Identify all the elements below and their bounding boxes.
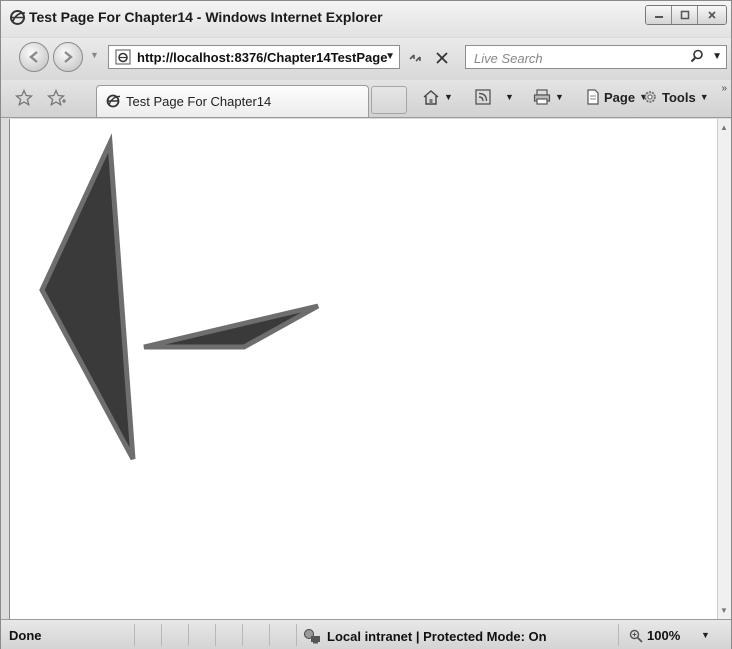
zone-label: Local intranet | Protected Mode: On — [327, 628, 547, 644]
status-divider — [161, 624, 162, 646]
address-bar[interactable]: http://localhost:8376/Chapter14TestPage … — [108, 45, 400, 69]
gear-icon — [644, 91, 656, 103]
feeds-button[interactable]: ▼ — [475, 89, 514, 105]
small-triangle-shape — [143, 303, 320, 350]
zoom-dropdown-icon[interactable]: ▼ — [701, 630, 710, 640]
page-content — [9, 119, 717, 619]
maximize-button[interactable] — [672, 6, 698, 24]
status-text: Done — [9, 628, 42, 643]
forward-button[interactable] — [53, 42, 83, 72]
drawing-canvas — [39, 133, 320, 461]
feeds-dropdown-icon[interactable]: ▼ — [505, 92, 514, 102]
more-commands-icon[interactable]: » — [721, 83, 727, 94]
home-button[interactable]: ▼ — [422, 89, 453, 105]
status-divider — [188, 624, 189, 646]
stop-icon — [436, 52, 448, 64]
browser-window: Test Page For Chapter14 - Windows Intern… — [0, 0, 732, 649]
security-zone[interactable]: Local intranet | Protected Mode: On — [303, 628, 547, 644]
window-title: Test Page For Chapter14 - Windows Intern… — [29, 9, 383, 25]
address-dropdown-icon[interactable]: ▼ — [385, 51, 395, 62]
home-icon — [423, 90, 439, 105]
page-menu-button[interactable]: Page ▼ — [586, 89, 648, 105]
status-divider — [296, 624, 297, 646]
tools-dropdown-icon: ▼ — [699, 92, 709, 102]
vertical-scrollbar[interactable]: ▲ ▼ — [717, 119, 731, 619]
window-controls — [645, 5, 727, 25]
add-favorites-icon[interactable] — [47, 89, 67, 107]
intranet-globe-icon — [304, 629, 320, 644]
scroll-up-arrow-icon[interactable]: ▲ — [720, 123, 728, 132]
status-divider — [215, 624, 216, 646]
status-divider — [269, 624, 270, 646]
minimize-button[interactable] — [646, 6, 672, 24]
tab-label: Test Page For Chapter14 — [126, 94, 272, 109]
tab-active[interactable]: Test Page For Chapter14 — [96, 85, 369, 117]
status-divider — [134, 624, 135, 646]
zoom-label: 100% — [647, 628, 681, 643]
magnifier-icon[interactable] — [690, 49, 704, 63]
search-box[interactable]: Live Search ▼ — [465, 45, 727, 69]
tools-menu-button[interactable]: Tools ▼ — [642, 89, 709, 105]
print-button[interactable]: ▼ — [533, 89, 564, 105]
maximize-icon — [680, 10, 689, 20]
tools-menu-label: Tools — [662, 89, 696, 105]
recent-pages-dropdown[interactable]: ▼ — [90, 50, 99, 60]
back-arrow-icon — [29, 51, 38, 63]
zoom-magnifier-icon — [629, 629, 643, 643]
tab-command-bar: Test Page For Chapter14 ▼ ▼ ▼ Page ▼ Too… — [1, 80, 731, 118]
print-icon — [533, 89, 551, 105]
forward-arrow-icon — [64, 51, 73, 63]
stop-button[interactable] — [431, 47, 453, 69]
zoom-level[interactable]: 100% — [629, 628, 680, 643]
refresh-icon — [409, 54, 421, 62]
status-divider — [242, 624, 243, 646]
large-triangle-shape — [39, 133, 136, 461]
print-dropdown-icon[interactable]: ▼ — [555, 92, 564, 102]
refresh-button[interactable] — [405, 47, 427, 69]
status-divider — [618, 624, 619, 646]
title-bar: Test Page For Chapter14 - Windows Intern… — [1, 1, 731, 37]
home-dropdown-icon[interactable]: ▼ — [444, 92, 453, 102]
feeds-icon — [475, 89, 491, 105]
navigation-bar: ▼ http://localhost:8376/Chapter14TestPag… — [1, 38, 731, 80]
url-text: http://localhost:8376/Chapter14TestPage — [137, 50, 388, 65]
ie-tab-icon — [106, 94, 121, 108]
page-menu-label: Page — [604, 89, 636, 105]
favorites-star-icon[interactable] — [15, 89, 33, 107]
minimize-icon — [654, 16, 663, 18]
page-icon — [587, 89, 599, 105]
scroll-down-arrow-icon[interactable]: ▼ — [720, 606, 728, 615]
new-tab-button[interactable] — [371, 86, 407, 114]
status-bar: Done Local intranet | Protected Mode: On… — [1, 619, 731, 649]
close-icon — [708, 11, 716, 19]
ie-page-icon — [115, 49, 131, 65]
search-placeholder: Live Search — [474, 51, 543, 66]
close-button[interactable] — [698, 6, 726, 24]
ie-icon — [10, 10, 26, 25]
search-dropdown-icon[interactable]: ▼ — [712, 51, 722, 62]
back-button[interactable] — [19, 42, 49, 72]
